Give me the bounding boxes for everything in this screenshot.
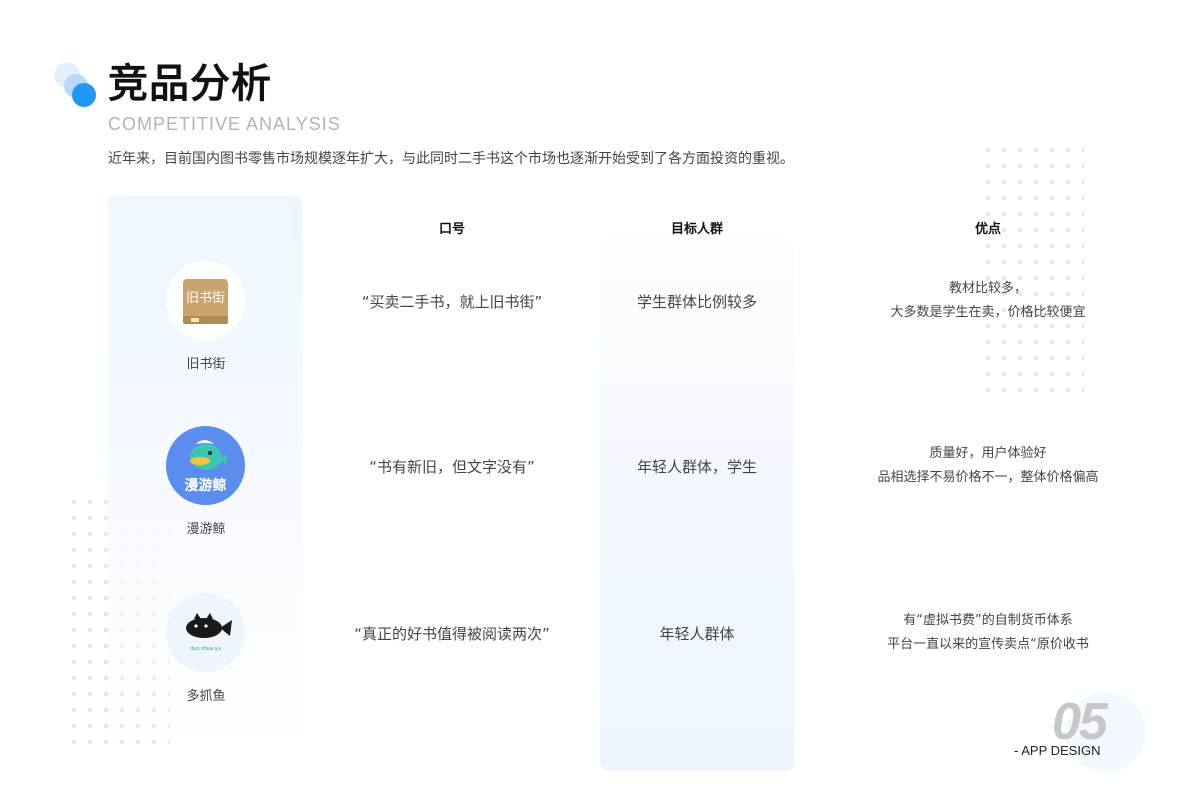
old-book-street-logo: 旧书街 [166,261,245,340]
page-subtitle: COMPETITIVE ANALYSIS [108,114,341,134]
target-audience-text: 年轻人群体，学生 [636,458,757,476]
target-audience-text: 年轻人群体 [659,625,735,643]
advantage-line: 质量好，用户体验好 [929,446,1047,461]
advantage-line: 平台一直以来的宣传卖点“原价收书 [887,637,1089,652]
page-title: 竞品分析 [108,61,272,107]
whale-logo: 漫游鲸 [166,426,245,505]
app-name: 多抓鱼 [186,689,226,704]
svg-text:旧书街: 旧书街 [186,291,225,306]
fish-logo: duo zhua yu [166,593,245,672]
footer-label: - APP DESIGN [1014,743,1101,758]
target-audience-text: 学生群体比例较多 [636,293,757,311]
advantages-text: 有“虚拟书费”的自制货币体系 平台一直以来的宣传卖点“原价收书 [840,609,1136,657]
advantages-text: 教材比较多， 大多数是学生在卖，价格比较便宜 [840,277,1136,325]
column-header-slogan: 口号 [438,222,465,237]
advantage-line: 品相选择不易价格不一，整体价格偏高 [877,470,1099,485]
app-name: 漫游鲸 [186,522,226,537]
column-header-advantages: 优点 [974,222,1001,237]
advantage-line: 有“虚拟书费”的自制货币体系 [903,613,1073,628]
advantage-line: 教材比较多， [948,281,1027,296]
app-name: 旧书街 [186,357,226,372]
advantages-text: 质量好，用户体验好 品相选择不易价格不一，整体价格偏高 [840,442,1136,490]
target-column-panel [600,238,794,771]
intro-text: 近年来，目前国内图书零售市场规模逐年扩大，与此同时二手书这个市场也逐渐开始受到了… [108,151,794,167]
slogan-text: “书有新旧，但文字没有” [369,458,535,476]
deco-circle-accent [72,83,96,107]
svg-text:duo zhua yu: duo zhua yu [190,646,221,652]
slogan-text: “真正的好书值得被阅读两次” [354,625,550,643]
dot-pattern-right [980,142,1084,394]
slogan-text: “买卖二手书，就上旧书街” [361,293,543,311]
svg-text:漫游鲸: 漫游鲸 [185,477,227,494]
title-decoration [54,62,104,112]
column-header-target: 目标人群 [670,222,723,237]
advantage-line: 大多数是学生在卖，价格比较便宜 [890,305,1086,320]
